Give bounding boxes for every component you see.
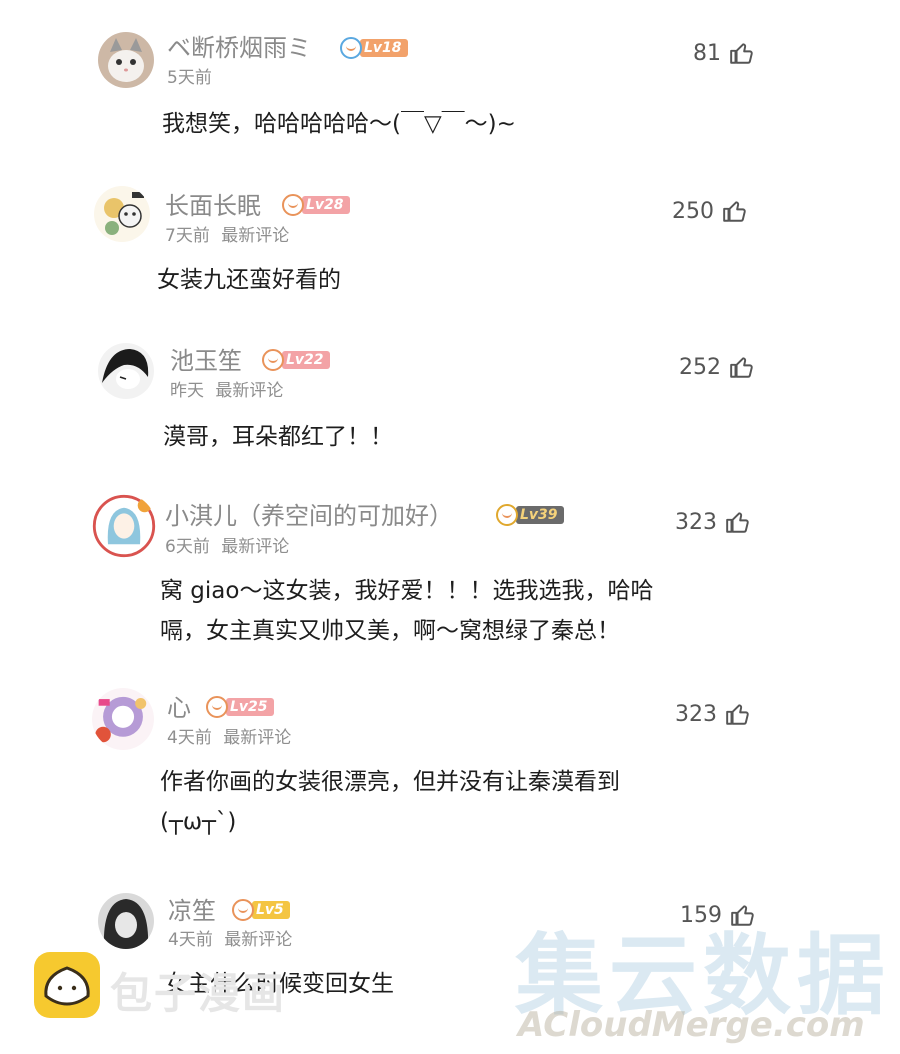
thumbs-up-icon <box>726 704 749 725</box>
sticker-avatar-icon <box>94 186 150 242</box>
latest-comment-tag: 最新评论 <box>221 226 290 246</box>
level-badge: Lv18 <box>340 36 408 60</box>
level-face-icon <box>340 37 362 59</box>
colorful-avatar-icon <box>92 688 154 750</box>
comment-line: (┬ω┬`) <box>160 809 237 835</box>
level-face-icon <box>262 349 284 371</box>
user-avatar[interactable] <box>98 343 154 399</box>
level-label: Lv39 <box>516 506 564 524</box>
thumbs-up-icon <box>723 201 746 222</box>
time-label: 昨天 <box>170 381 204 401</box>
cat-avatar-icon <box>98 32 154 88</box>
comment-time: 6天前 最新评论 <box>165 537 289 557</box>
like-count: 252 <box>679 354 721 380</box>
time-label: 7天前 <box>165 226 210 246</box>
like-button[interactable]: 323 <box>675 701 751 727</box>
level-face-icon <box>232 899 254 921</box>
like-count: 323 <box>675 509 717 535</box>
level-badge: Lv25 <box>206 695 274 719</box>
level-face-icon <box>496 504 518 526</box>
comment-line: 嗝，女主真实又帅又美，啊～窝想绿了秦总！ <box>160 618 620 644</box>
comment-time: 4天前 最新评论 <box>167 728 291 748</box>
time-label: 4天前 <box>168 930 213 950</box>
thumbs-up-icon <box>730 43 753 64</box>
comment-time: 7天前 最新评论 <box>165 226 289 246</box>
level-label: Lv25 <box>226 698 274 716</box>
like-button[interactable]: 81 <box>693 40 755 66</box>
anime-bw-avatar-icon <box>98 343 154 399</box>
bun-logo-icon <box>44 966 90 1006</box>
user-avatar[interactable] <box>94 186 150 242</box>
level-label: Lv22 <box>282 351 330 369</box>
thumbs-up-icon <box>726 512 749 533</box>
comment-line: 漠哥，耳朵都红了！！ <box>163 424 393 450</box>
level-face-icon <box>206 696 228 718</box>
like-button[interactable]: 323 <box>675 509 751 535</box>
username[interactable]: 小淇儿（养空间的可加好） <box>165 502 453 530</box>
user-avatar[interactable] <box>92 688 154 750</box>
username[interactable]: ベ断桥烟雨ミ <box>167 34 311 62</box>
watermark-url: ACloudMerge.com <box>518 1005 865 1045</box>
level-badge: Lv5 <box>232 898 290 922</box>
dark-hair-avatar-icon <box>98 893 154 949</box>
level-label: Lv5 <box>252 901 290 919</box>
comment-time: 昨天 最新评论 <box>170 381 283 401</box>
comment-line: 窝 giao～这女装，我好爱！！！选我选我，哈哈 <box>160 578 654 604</box>
latest-comment-tag: 最新评论 <box>221 537 290 557</box>
comment-text: 我想笑，哈哈哈哈哈～(￣▽￣～)~ <box>162 104 516 144</box>
time-label: 4天前 <box>167 728 212 748</box>
like-button[interactable]: 252 <box>679 354 755 380</box>
comment-time: 5天前 <box>167 68 212 88</box>
level-label: Lv28 <box>302 196 350 214</box>
comment-text: 女装九还蛮好看的 <box>157 260 341 300</box>
app-logo <box>34 952 100 1018</box>
comment-time: 4天前 最新评论 <box>168 930 292 950</box>
like-count: 250 <box>672 198 714 224</box>
username[interactable]: 凉笙 <box>168 897 216 925</box>
time-label: 6天前 <box>165 537 210 557</box>
latest-comment-tag: 最新评论 <box>215 381 284 401</box>
username[interactable]: 池玉笙 <box>170 347 242 375</box>
latest-comment-tag: 最新评论 <box>223 728 292 748</box>
comment-line: 作者你画的女装很漂亮，但并没有让秦漠看到 <box>160 769 620 795</box>
level-badge: Lv39 <box>496 503 564 527</box>
comment-text: 漠哥，耳朵都红了！！ <box>163 417 393 457</box>
like-count: 81 <box>693 40 721 66</box>
level-badge: Lv28 <box>282 193 350 217</box>
user-avatar[interactable] <box>98 893 154 949</box>
level-badge: Lv22 <box>262 348 330 372</box>
comment-text: 作者你画的女装很漂亮，但并没有让秦漠看到 (┬ω┬`) <box>160 762 620 842</box>
thumbs-up-icon <box>730 357 753 378</box>
user-avatar[interactable] <box>92 494 156 558</box>
time-label: 5天前 <box>167 68 212 88</box>
like-button[interactable]: 250 <box>672 198 748 224</box>
comment-line: 女装九还蛮好看的 <box>157 267 341 293</box>
anime-girl-avatar-icon <box>92 494 156 558</box>
app-name-watermark: 包子漫画 <box>110 969 287 1018</box>
latest-comment-tag: 最新评论 <box>224 930 293 950</box>
level-face-icon <box>282 194 304 216</box>
username[interactable]: 长面长眠 <box>165 192 261 220</box>
user-avatar[interactable] <box>98 32 154 88</box>
username[interactable]: 心 <box>167 694 191 722</box>
like-count: 323 <box>675 701 717 727</box>
comment-text: 窝 giao～这女装，我好爱！！！选我选我，哈哈 嗝，女主真实又帅又美，啊～窝想… <box>160 571 653 651</box>
comment-line: 我想笑，哈哈哈哈哈～(￣▽￣～)~ <box>162 111 516 137</box>
level-label: Lv18 <box>360 39 408 57</box>
